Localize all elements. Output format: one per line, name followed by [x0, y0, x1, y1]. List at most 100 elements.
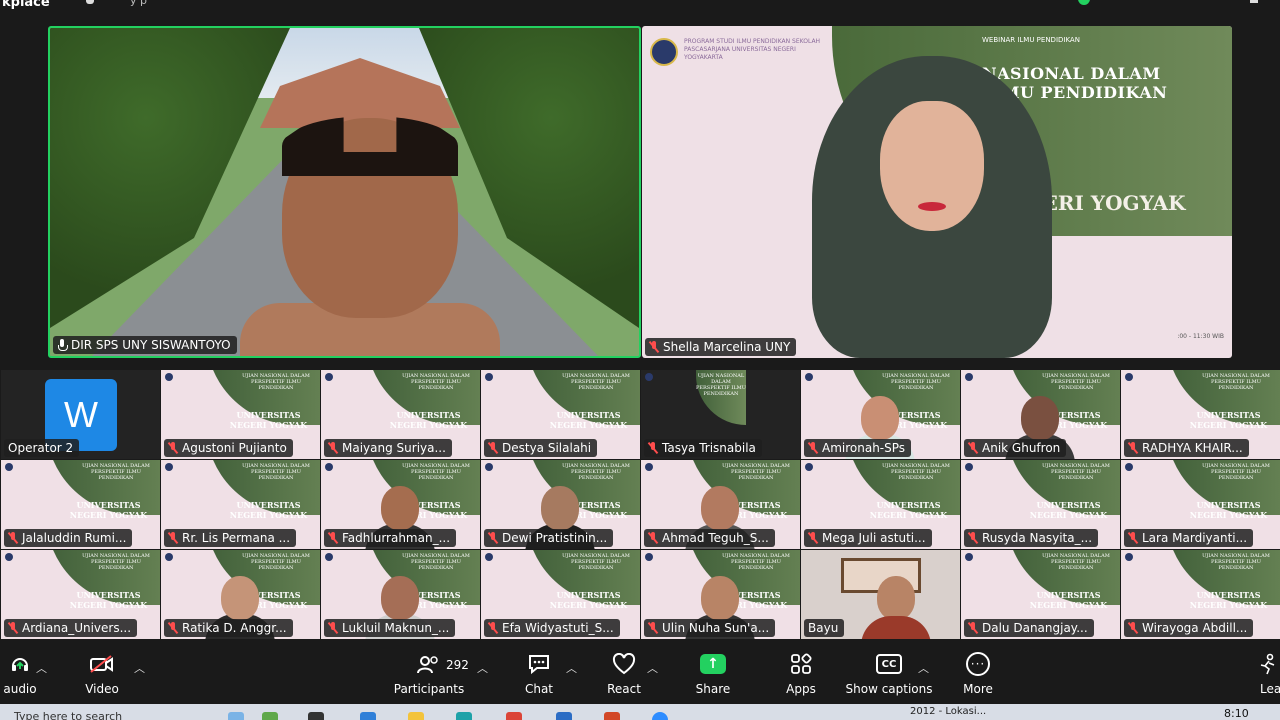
- speaker-tile-1[interactable]: DIR SPS UNY SISWANTOYO: [48, 26, 641, 358]
- captions-options-chevron-icon[interactable]: ︿: [918, 660, 929, 676]
- participant-tile[interactable]: UJIAN NASIONAL DALAM PERSPEKTIF ILMU PEN…: [801, 460, 960, 549]
- weather-icon[interactable]: [228, 712, 244, 720]
- security-shield-icon[interactable]: [1078, 0, 1090, 5]
- zoom-meeting-window: kplace y p DIR SPS UNY SISWANTOYO PROGRA…: [0, 0, 1280, 720]
- mic-muted-icon: [168, 622, 178, 634]
- participant-tile[interactable]: Bayu: [801, 550, 960, 639]
- participant-name: Bayu: [808, 621, 839, 635]
- participant-tile[interactable]: UJIAN NASIONAL DALAM PERSPEKTIF ILMU PEN…: [641, 460, 800, 549]
- taskbar-window-text[interactable]: 2012 - Lokasi...: [910, 706, 986, 717]
- slide-title: UJIAN NASIONAL DALAM PERSPEKTIF ILMU PEN…: [1042, 463, 1110, 481]
- audio-button[interactable]: audio: [0, 648, 40, 704]
- view-icon[interactable]: [1250, 0, 1258, 3]
- audio-options-chevron-icon[interactable]: ︿: [36, 660, 47, 676]
- participant-body: [861, 616, 931, 639]
- participant-tile[interactable]: UJIAN NASIONAL DALAM PERSPEKTIF ILMU PEN…: [961, 370, 1120, 459]
- participant-tile[interactable]: UJIAN NASIONAL DALAM PERSPEKTIF ILMU PEN…: [161, 550, 320, 639]
- chrome-icon[interactable]: [506, 712, 522, 720]
- title-bar-icon[interactable]: [86, 0, 94, 4]
- mic-muted-icon: [1128, 622, 1138, 634]
- participant-tile[interactable]: UJIAN NASIONAL DALAM PERSPEKTIF ILMU PEN…: [641, 370, 800, 459]
- share-button[interactable]: ↑ Share: [693, 648, 733, 704]
- share-label: Share: [695, 682, 731, 696]
- participant-name-tag: Dalu Danangjay...: [964, 619, 1094, 637]
- browser-icon[interactable]: [456, 712, 472, 720]
- taskbar-search-text[interactable]: Type here to search: [14, 710, 214, 720]
- participant-tile[interactable]: UJIAN NASIONAL DALAM PERSPEKTIF ILMU PEN…: [1, 460, 160, 549]
- participants-button[interactable]: Participants: [394, 648, 464, 704]
- participant-face: [1021, 396, 1059, 440]
- task-view-icon[interactable]: [308, 712, 324, 720]
- participant-name-tag: Anik Ghufron: [964, 439, 1067, 457]
- participant-tile[interactable]: UJIAN NASIONAL DALAM PERSPEKTIF ILMU PEN…: [481, 370, 640, 459]
- more-button[interactable]: ··· More: [958, 648, 998, 704]
- zoom-taskbar-icon[interactable]: [652, 712, 668, 720]
- react-options-chevron-icon[interactable]: ︿: [647, 660, 658, 676]
- headphones-icon: [10, 648, 30, 680]
- participant-tile[interactable]: UJIAN NASIONAL DALAM PERSPEKTIF ILMU PEN…: [641, 550, 800, 639]
- slide-logo-icon: [485, 373, 493, 381]
- powerpoint-icon[interactable]: [604, 712, 620, 720]
- slide-city: UNIVERSITAS NEGERI YOGYAK: [869, 500, 948, 520]
- participant-name-tag: Ratika D. Anggr...: [164, 619, 293, 637]
- word-icon[interactable]: [556, 712, 572, 720]
- audio-label: audio: [3, 682, 37, 696]
- participant-tile[interactable]: UJIAN NASIONAL DALAM PERSPEKTIF ILMU PEN…: [1121, 370, 1280, 459]
- slide-title: UJIAN NASIONAL DALAM PERSPEKTIF ILMU PEN…: [1042, 553, 1110, 571]
- video-options-chevron-icon[interactable]: ︿: [134, 660, 145, 676]
- participant-tile[interactable]: UJIAN NASIONAL DALAM PERSPEKTIF ILMU PEN…: [321, 550, 480, 639]
- react-label: React: [607, 682, 641, 696]
- slide-city: UNIVERSITAS NEGERI YOGYAK: [229, 410, 308, 430]
- participant-tile[interactable]: UJIAN NASIONAL DALAM PERSPEKTIF ILMU PEN…: [961, 550, 1120, 639]
- slide-time: :00 - 11:30 WIB: [1177, 333, 1224, 340]
- slide-title: UJIAN NASIONAL DALAM PERSPEKTIF ILMU PEN…: [722, 463, 790, 481]
- participant-name-tag: Operator 2: [4, 439, 80, 457]
- slide-logo-icon: [5, 463, 13, 471]
- participant-name-tag: Mega Juli astuti...: [804, 529, 932, 547]
- participant-tile[interactable]: W Operator 2: [1, 370, 160, 459]
- participants-label: Participants: [393, 682, 465, 696]
- participant-face: [381, 576, 419, 620]
- taskbar-clock[interactable]: 8:10: [1224, 707, 1249, 720]
- participant-tile[interactable]: UJIAN NASIONAL DALAM PERSPEKTIF ILMU PEN…: [481, 550, 640, 639]
- share-icon-wrap: ↑: [700, 648, 726, 680]
- participant-tile[interactable]: UJIAN NASIONAL DALAM PERSPEKTIF ILMU PEN…: [1, 550, 160, 639]
- mic-muted-icon: [1128, 532, 1138, 544]
- participant-tile[interactable]: UJIAN NASIONAL DALAM PERSPEKTIF ILMU PEN…: [321, 370, 480, 459]
- video-button[interactable]: Video: [80, 648, 124, 704]
- more-label: More: [963, 682, 993, 696]
- show-captions-button[interactable]: CC Show captions: [846, 648, 933, 704]
- speaker-tile-2[interactable]: PROGRAM STUDI ILMU PENDIDIKAN SEKOLAH PA…: [642, 26, 1232, 358]
- participant-tile[interactable]: UJIAN NASIONAL DALAM PERSPEKTIF ILMU PEN…: [161, 460, 320, 549]
- participant-face: [861, 396, 899, 440]
- participant-tile[interactable]: UJIAN NASIONAL DALAM PERSPEKTIF ILMU PEN…: [1121, 460, 1280, 549]
- participant-face: [541, 486, 579, 530]
- slide-logo-icon: [805, 373, 813, 381]
- participant-name-tag: Efa Widyastuti_S...: [484, 619, 620, 637]
- participant-name: Amironah-SPs: [822, 441, 906, 455]
- chat-button[interactable]: Chat: [520, 648, 558, 704]
- participant-tile[interactable]: UJIAN NASIONAL DALAM PERSPEKTIF ILMU PEN…: [161, 370, 320, 459]
- participant-tile[interactable]: UJIAN NASIONAL DALAM PERSPEKTIF ILMU PEN…: [801, 370, 960, 459]
- chat-options-chevron-icon[interactable]: ︿: [566, 660, 577, 676]
- mic-muted-icon: [488, 622, 498, 634]
- participants-options-chevron-icon[interactable]: ︿: [477, 660, 488, 676]
- closed-captions-icon: CC: [876, 654, 902, 674]
- widget-icon[interactable]: [262, 712, 278, 720]
- video-label: Video: [85, 682, 119, 696]
- speaker-name-tag: DIR SPS UNY SISWANTOYO: [53, 336, 237, 354]
- participant-name-tag: Rr. Lis Permana ...: [164, 529, 297, 547]
- participant-name: Dalu Danangjay...: [982, 621, 1088, 635]
- participant-tile[interactable]: UJIAN NASIONAL DALAM PERSPEKTIF ILMU PEN…: [1121, 550, 1280, 639]
- leave-button[interactable]: Leav: [1256, 648, 1280, 704]
- file-explorer-icon[interactable]: [408, 712, 424, 720]
- react-button[interactable]: React: [603, 648, 645, 704]
- slide-logo-icon: [165, 553, 173, 561]
- participant-tile[interactable]: UJIAN NASIONAL DALAM PERSPEKTIF ILMU PEN…: [321, 460, 480, 549]
- participant-tile[interactable]: UJIAN NASIONAL DALAM PERSPEKTIF ILMU PEN…: [481, 460, 640, 549]
- participant-tile[interactable]: UJIAN NASIONAL DALAM PERSPEKTIF ILMU PEN…: [961, 460, 1120, 549]
- slide-city: UNIVERSITAS NEGERI YOGYAK: [1189, 410, 1268, 430]
- apps-button[interactable]: Apps: [782, 648, 820, 704]
- share-screen-icon: ↑: [700, 654, 726, 674]
- edge-icon[interactable]: [360, 712, 376, 720]
